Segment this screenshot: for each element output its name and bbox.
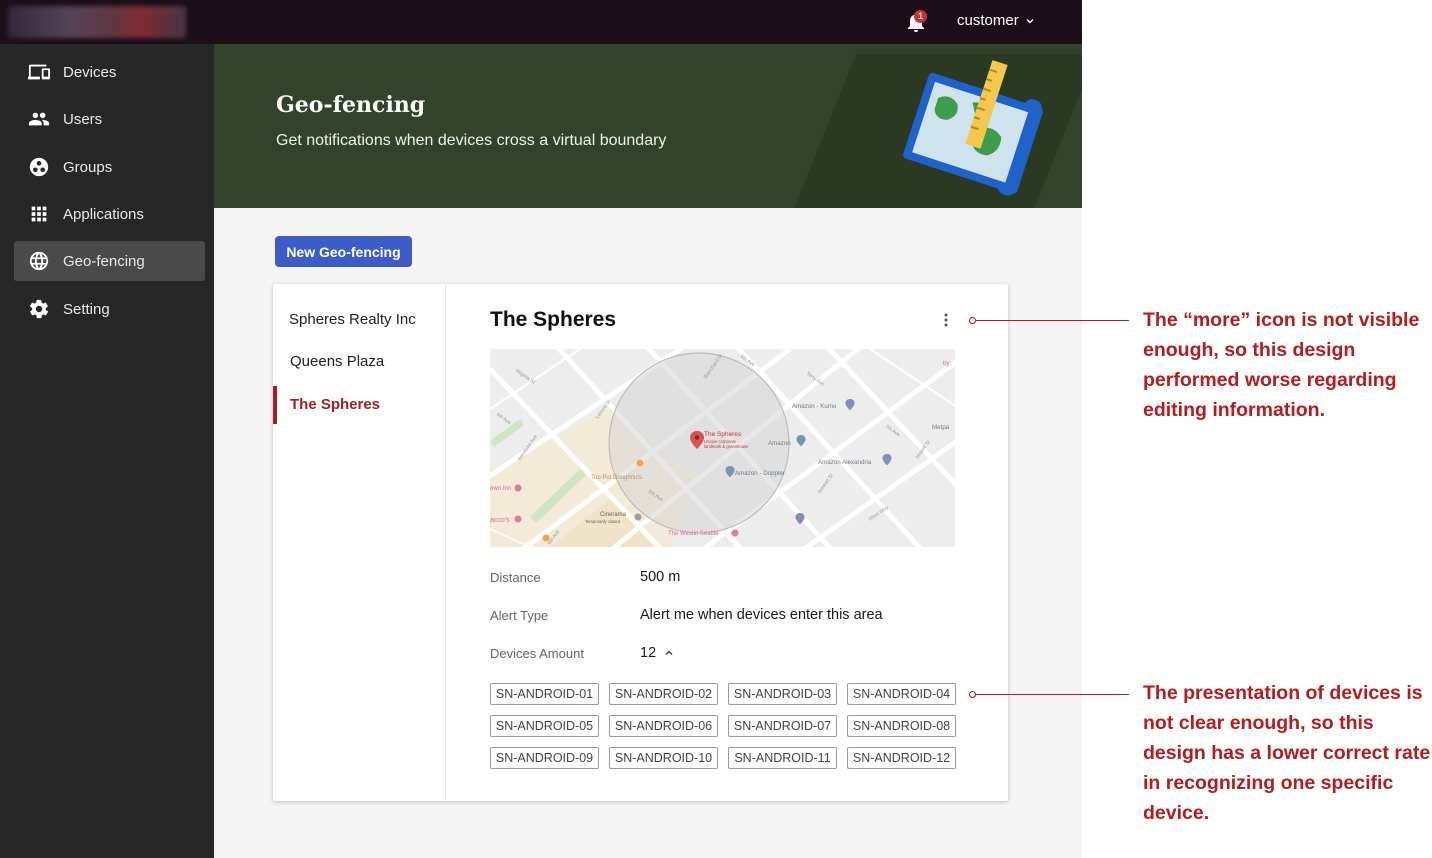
- location-item-the-spheres[interactable]: The Spheres: [290, 396, 380, 413]
- map-label-amazon: Amazon: [768, 440, 791, 447]
- sidebar-item-label: Applications: [63, 205, 144, 223]
- sidebar-item-users[interactable]: Users: [14, 99, 205, 139]
- device-chip[interactable]: SN-ANDROID-07: [728, 715, 837, 737]
- device-chip[interactable]: SN-ANDROID-08: [847, 715, 956, 737]
- sidebar-item-label: Groups: [63, 158, 113, 176]
- top-bar: 1 customer: [0, 0, 1082, 44]
- devices-icon: [27, 60, 51, 84]
- devices-amount-label: Devices Amount: [490, 646, 584, 661]
- device-chip[interactable]: SN-ANDROID-09: [490, 747, 599, 769]
- chevron-up-icon: [665, 650, 673, 655]
- device-chip[interactable]: SN-ANDROID-06: [609, 715, 718, 737]
- sidebar-item-label: Users: [63, 110, 103, 128]
- apps-grid-icon: [27, 202, 51, 226]
- sidebar: Devices Users Groups Applications Geo-fe…: [0, 44, 214, 858]
- map-label-amazon-doppler: Amazon - Doppler: [735, 470, 785, 477]
- map-label-amazon-kumo: Amazon - Kumo: [792, 403, 837, 410]
- user-menu[interactable]: customer: [957, 12, 1035, 29]
- device-chip[interactable]: SN-ANDROID-02: [609, 683, 718, 705]
- map-label-own-inn: own Inn: [490, 486, 511, 492]
- map-label-pin-sub2: landmark & greenhouse: [704, 444, 749, 449]
- sidebar-item-geo-fencing[interactable]: Geo-fencing: [14, 241, 205, 281]
- annotation-marker: [969, 317, 976, 324]
- blurred-logo: [8, 6, 186, 38]
- device-chip[interactable]: SN-ANDROID-01: [490, 683, 599, 705]
- devices-amount-value: 12: [640, 645, 657, 661]
- notification-badge: 1: [914, 10, 927, 23]
- annotation-more-icon: The “more” icon is not visible enough, s…: [1143, 309, 1420, 421]
- device-chip[interactable]: SN-ANDROID-05: [490, 715, 599, 737]
- location-item-queens-plaza[interactable]: Queens Plaza: [290, 353, 384, 370]
- app-frame: 1 customer Devices Users Groups Applicat…: [0, 0, 1082, 858]
- sidebar-item-devices[interactable]: Devices: [14, 52, 205, 92]
- device-chip[interactable]: SN-ANDROID-10: [609, 747, 718, 769]
- card-divider: [445, 284, 446, 801]
- annotation-devices: The presentation of devices is not clear…: [1143, 682, 1431, 824]
- globe-icon: [27, 249, 51, 273]
- alert-type-label: Alert Type: [490, 608, 549, 623]
- user-label: customer: [957, 12, 1019, 29]
- devices-amount-toggle[interactable]: 12: [640, 645, 674, 661]
- groups-icon: [27, 155, 51, 179]
- selected-location-marker: [273, 386, 277, 424]
- page-subtitle: Get notifications when devices cross a v…: [276, 132, 667, 149]
- gear-icon: [27, 297, 51, 321]
- place-title: The Spheres: [490, 308, 617, 331]
- users-icon: [27, 107, 51, 131]
- location-map[interactable]: The Spheres Unique corporate landmark & …: [490, 349, 955, 547]
- map-label-by: by: [943, 361, 949, 367]
- annotation-marker: [969, 691, 976, 698]
- map-illustration-icon: [903, 60, 1043, 196]
- chevron-down-icon: [1026, 18, 1034, 23]
- distance-label: Distance: [490, 570, 541, 585]
- device-chip[interactable]: SN-ANDROID-12: [847, 747, 956, 769]
- sidebar-item-applications[interactable]: Applications: [14, 194, 205, 234]
- annotation-connector: [976, 320, 1129, 321]
- alert-type-value: Alert me when devices enter this area: [640, 607, 883, 623]
- map-label-amazon-alexandria: Amazon Alexandria: [818, 459, 872, 466]
- geo-fencing-card: Spheres Realty Inc Queens Plaza The Sphe…: [273, 284, 1008, 801]
- page-banner: Geo-fencing Get notifications when devic…: [214, 44, 1082, 208]
- new-geo-fencing-button[interactable]: New Geo-fencing: [275, 236, 412, 267]
- annotation-connector: [976, 694, 1129, 695]
- sidebar-item-groups[interactable]: Groups: [14, 147, 205, 187]
- device-chip-list: SN-ANDROID-01 SN-ANDROID-02 SN-ANDROID-0…: [490, 683, 960, 769]
- map-label-pin: The Spheres: [704, 431, 742, 438]
- location-item-spheres-realty[interactable]: Spheres Realty Inc: [289, 311, 416, 328]
- device-chip[interactable]: SN-ANDROID-11: [728, 747, 837, 769]
- distance-value: 500 m: [640, 569, 681, 585]
- map-label-top-pot: Top Pot Doughnuts: [591, 475, 642, 481]
- map-label-metpark: Metpa: [932, 424, 950, 431]
- map-label-cinerama: Cinerama: [600, 512, 627, 518]
- sidebar-item-setting[interactable]: Setting: [14, 289, 205, 329]
- sidebar-item-label: Setting: [63, 300, 110, 318]
- sidebar-item-label: Devices: [63, 63, 117, 81]
- page-title: Geo-fencing: [276, 92, 426, 118]
- map-label-westin: The Westin Seattle: [668, 531, 719, 537]
- map-label-acco: acco's: [490, 517, 510, 524]
- more-options-icon[interactable]: [937, 310, 955, 330]
- map-label-cinerama-sub: Temporarily closed: [585, 519, 621, 524]
- map-canvas: The Spheres Unique corporate landmark & …: [490, 349, 955, 547]
- device-chip[interactable]: SN-ANDROID-03: [728, 683, 837, 705]
- sidebar-item-label: Geo-fencing: [63, 252, 145, 270]
- device-chip[interactable]: SN-ANDROID-04: [847, 683, 956, 705]
